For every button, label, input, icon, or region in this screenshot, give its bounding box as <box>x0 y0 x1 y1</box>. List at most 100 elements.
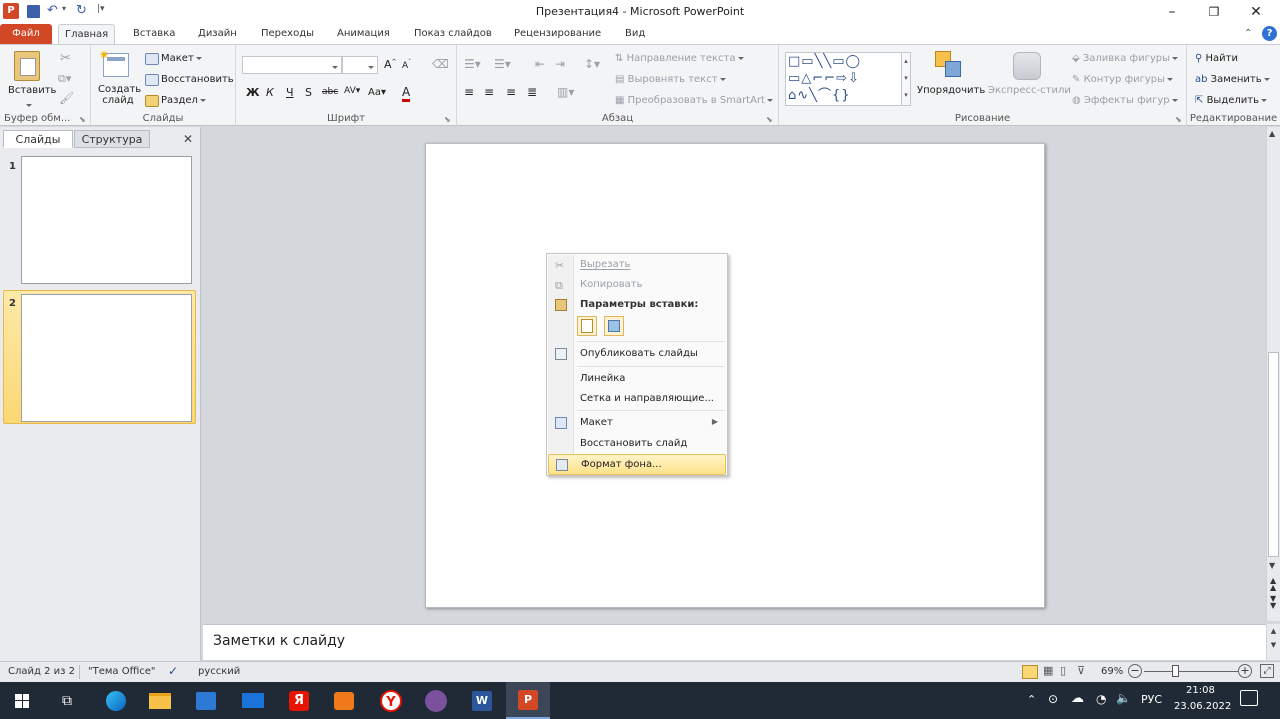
tab-transitions[interactable]: Переходы <box>255 24 320 44</box>
vertical-scrollbar[interactable]: ▲ ▼ ▲ ▲ ▼ ▼ <box>1266 127 1280 621</box>
task-view-icon[interactable]: ⧉ <box>47 682 87 719</box>
decrease-indent-icon[interactable]: ⇤ <box>535 57 545 71</box>
mail-icon[interactable] <box>233 682 273 719</box>
media-player-icon[interactable] <box>324 682 364 719</box>
font-launcher-icon[interactable]: ⬊ <box>444 115 451 124</box>
scroll-thumb[interactable] <box>1268 352 1279 557</box>
quick-styles-button[interactable]: Экспресс-стили <box>988 85 1071 96</box>
shape-outline-button[interactable]: ✎ Контур фигуры <box>1072 74 1174 85</box>
show-hidden-icons[interactable]: ⌃ <box>1027 693 1036 706</box>
change-case-icon[interactable]: Aa▾ <box>368 87 386 98</box>
shape-effects-button[interactable]: ◍ Эффекты фигур <box>1072 95 1178 106</box>
shape-fill-button[interactable]: ⬙ Заливка фигуры <box>1072 53 1179 64</box>
slide-thumbnail-1[interactable] <box>21 156 192 284</box>
slide-sorter-icon[interactable]: ▦ <box>1043 664 1053 677</box>
previous-slide-icon[interactable]: ▲ ▲ <box>1270 577 1276 592</box>
notes-pane[interactable]: Заметки к слайду <box>203 624 1266 660</box>
tab-file[interactable]: Файл <box>0 24 52 44</box>
menu-item-format-background[interactable]: Формат фона... <box>548 454 726 475</box>
fit-to-window-icon[interactable]: ⤢ <box>1260 664 1274 678</box>
shadow-icon[interactable]: S <box>305 86 312 99</box>
zoom-slider[interactable] <box>1144 671 1238 672</box>
yandex-browser-icon[interactable]: Y <box>371 682 411 719</box>
font-color-icon[interactable]: A <box>402 85 411 102</box>
tab-insert[interactable]: Вставка <box>127 24 181 44</box>
shrink-font-icon[interactable]: Aˇ <box>402 59 411 71</box>
tab-slideshow[interactable]: Показ слайдов <box>408 24 498 44</box>
tab-outline[interactable]: Структура <box>74 130 150 148</box>
clock-time[interactable]: 21:08 <box>1186 685 1215 696</box>
arrange-icon[interactable] <box>935 51 963 79</box>
help-icon[interactable]: ? <box>1262 26 1277 41</box>
zoom-out-icon[interactable]: − <box>1128 664 1142 678</box>
paste-dropdown-icon[interactable] <box>24 98 32 111</box>
network-icon[interactable]: ◔ <box>1096 692 1106 706</box>
paste-button[interactable]: Вставить <box>8 85 56 96</box>
tab-view[interactable]: Вид <box>619 24 651 44</box>
paste-icon[interactable] <box>14 51 40 81</box>
tab-design[interactable]: Дизайн <box>192 24 243 44</box>
tab-animation[interactable]: Анимация <box>331 24 396 44</box>
viber-icon[interactable] <box>416 682 456 719</box>
spelling-check-icon[interactable]: ✓ <box>168 664 178 678</box>
smartart-button[interactable]: ▦ Преобразовать в SmartArt <box>615 95 773 106</box>
shapes-gallery[interactable]: □▭╲╲▭◯ ▭△⌐⌐⇨⇩ ⌂∿╲⌒{} <box>785 52 904 106</box>
volume-icon[interactable]: 🔈 <box>1116 691 1131 705</box>
strikethrough-icon[interactable]: abc <box>322 87 338 97</box>
align-left-icon[interactable]: ≡ <box>464 85 474 99</box>
copy-icon[interactable]: ⧉▾ <box>58 72 71 86</box>
notifications-icon[interactable] <box>1240 690 1258 706</box>
align-right-icon[interactable]: ≡ <box>506 85 516 99</box>
gallery-scroll-icon[interactable]: ▴ ▾ ▾ <box>901 52 911 106</box>
underline-icon[interactable]: Ч <box>286 86 294 99</box>
powerpoint-taskbar-icon[interactable]: P <box>506 682 550 719</box>
cloud-icon[interactable]: ☁ <box>1071 691 1084 706</box>
menu-item-copy[interactable]: ⧉ Копировать <box>548 275 726 295</box>
scroll-down-icon[interactable]: ▼ <box>1269 561 1275 570</box>
clipboard-launcher-icon[interactable]: ⬊ <box>79 115 86 124</box>
language-switcher[interactable]: РУС <box>1141 693 1162 706</box>
menu-item-publish[interactable]: Опубликовать слайды <box>548 344 726 364</box>
zoom-level[interactable]: 69% <box>1101 666 1123 677</box>
menu-item-ruler[interactable]: Линейка <box>548 369 726 389</box>
menu-item-cut[interactable]: ✂ Вырезать <box>548 255 726 275</box>
new-slide-button[interactable]: Создать слайд <box>98 84 141 106</box>
notes-scrollbar[interactable]: ▲ ▼ <box>1266 624 1280 660</box>
tab-home[interactable]: Главная <box>58 24 116 44</box>
onedrive-icon[interactable]: ⊙ <box>1048 692 1058 706</box>
paste-option-keep-formatting-icon[interactable] <box>577 316 597 336</box>
menu-item-reset-slide[interactable]: Восстановить слайд <box>548 434 726 454</box>
align-center-icon[interactable]: ≡ <box>484 85 494 99</box>
language-indicator[interactable]: русский <box>198 666 240 677</box>
section-button[interactable]: Раздел <box>161 95 206 106</box>
bullets-icon[interactable]: ☰▾ <box>464 57 481 71</box>
zoom-in-icon[interactable]: + <box>1238 664 1252 678</box>
char-spacing-icon[interactable]: AV▾ <box>344 86 360 96</box>
bold-icon[interactable]: Ж <box>246 86 259 99</box>
normal-view-icon[interactable] <box>1022 665 1038 679</box>
file-explorer-icon[interactable] <box>140 682 180 719</box>
font-name-combo[interactable] <box>242 56 342 74</box>
grow-font-icon[interactable]: A^ <box>384 58 397 71</box>
tab-review[interactable]: Рецензирование <box>508 24 607 44</box>
quick-styles-icon[interactable] <box>1013 52 1041 80</box>
paragraph-launcher-icon[interactable]: ⬊ <box>766 115 773 124</box>
minimize-icon[interactable]: – <box>1152 0 1192 24</box>
start-icon[interactable] <box>2 682 42 719</box>
select-button[interactable]: ⇱ Выделить <box>1195 95 1267 106</box>
next-slide-icon[interactable]: ▼ ▼ <box>1270 595 1276 610</box>
clear-format-icon[interactable]: ⌫ <box>432 57 449 71</box>
paste-option-picture-icon[interactable] <box>604 316 624 336</box>
edge-icon[interactable] <box>96 682 136 719</box>
close-icon[interactable]: ✕ <box>1236 0 1276 24</box>
format-painter-icon[interactable]: 🖌 <box>59 91 74 105</box>
font-size-combo[interactable] <box>342 56 378 74</box>
arrange-button[interactable]: Упорядочить <box>917 85 985 96</box>
drawing-launcher-icon[interactable]: ⬊ <box>1175 115 1182 124</box>
restore-icon[interactable]: ❐ <box>1194 0 1234 24</box>
line-spacing-icon[interactable]: ↕▾ <box>584 57 600 71</box>
zoom-slider-thumb[interactable] <box>1172 665 1179 677</box>
reading-view-icon[interactable]: ▯ <box>1060 664 1066 677</box>
numbering-icon[interactable]: ☰▾ <box>494 57 511 71</box>
yandex-icon[interactable]: Я <box>279 682 319 719</box>
